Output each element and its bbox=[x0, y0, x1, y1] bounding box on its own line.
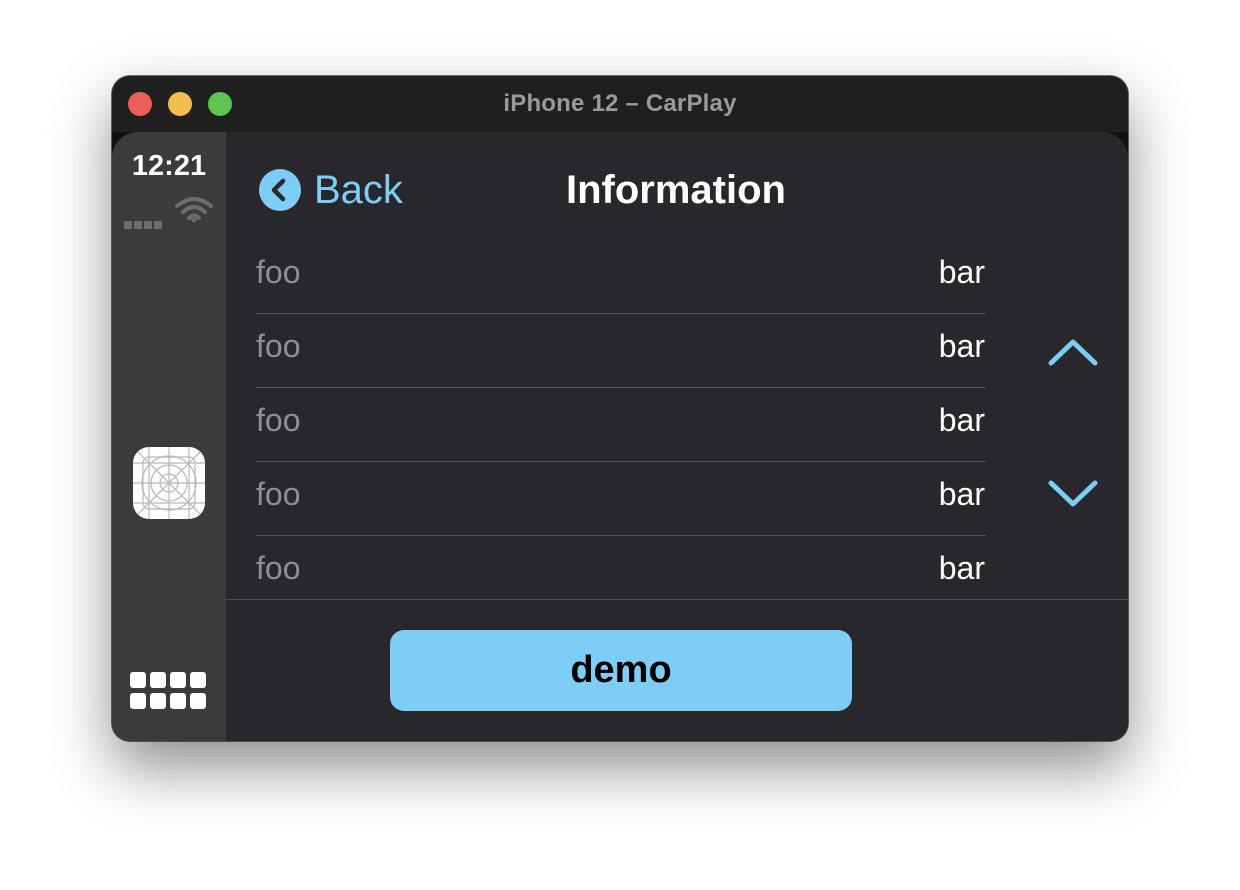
carplay-screen: 12:21 Back Information foo bar foo bar f… bbox=[112, 132, 1128, 741]
list-item: foo bar bbox=[256, 314, 986, 388]
scroll-up-button[interactable] bbox=[1048, 334, 1098, 372]
item-value: bar bbox=[938, 550, 985, 586]
action-divider bbox=[226, 599, 1128, 600]
item-value: bar bbox=[938, 476, 985, 512]
wifi-icon bbox=[175, 197, 213, 223]
item-key: foo bbox=[256, 476, 301, 512]
page-title: Information bbox=[566, 168, 786, 212]
list-item: foo bar bbox=[256, 240, 986, 314]
item-value: bar bbox=[938, 328, 985, 364]
item-value: bar bbox=[938, 402, 985, 438]
window-title: iPhone 12 – CarPlay bbox=[503, 90, 737, 117]
list-item: foo bar bbox=[256, 388, 986, 462]
item-key: foo bbox=[256, 550, 301, 586]
information-list: foo bar foo bar foo bar foo bar foo bar bbox=[256, 240, 986, 600]
item-key: foo bbox=[256, 254, 301, 290]
chevron-left-circle-icon bbox=[259, 169, 301, 211]
item-key: foo bbox=[256, 328, 301, 364]
scroll-down-button[interactable] bbox=[1048, 474, 1098, 512]
list-item: foo bar bbox=[256, 462, 986, 536]
dashboard-grid-icon[interactable] bbox=[130, 672, 208, 712]
item-key: foo bbox=[256, 402, 301, 438]
item-value: bar bbox=[938, 254, 985, 290]
signal-icon bbox=[124, 216, 168, 229]
demo-button[interactable]: demo bbox=[390, 630, 852, 711]
chevron-down-icon bbox=[1048, 480, 1098, 507]
title-bar: iPhone 12 – CarPlay bbox=[112, 76, 1128, 132]
carplay-sidebar: 12:21 bbox=[112, 132, 226, 741]
app-placeholder-icon[interactable] bbox=[133, 447, 205, 519]
back-label: Back bbox=[314, 168, 403, 212]
status-time: 12:21 bbox=[131, 150, 207, 182]
chevron-up-icon bbox=[1048, 339, 1098, 366]
simulator-window: iPhone 12 – CarPlay 12:21 Back Informati… bbox=[112, 76, 1128, 741]
information-template: Back Information foo bar foo bar foo bar bbox=[226, 132, 1128, 741]
